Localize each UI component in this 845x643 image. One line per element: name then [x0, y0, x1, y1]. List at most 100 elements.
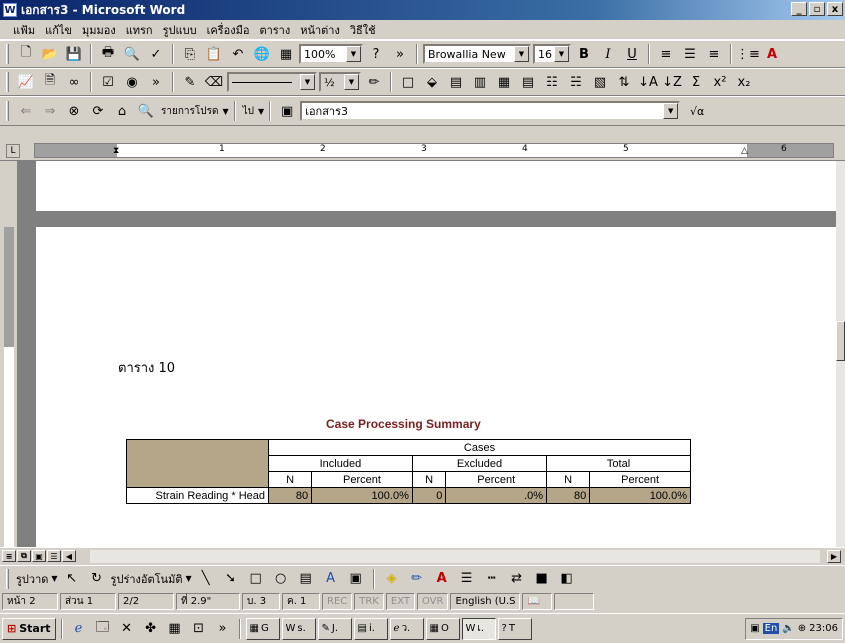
radio-icon[interactable]: ◉	[121, 71, 143, 93]
distribute-columns-icon[interactable]: ☵	[565, 71, 587, 93]
network-icon[interactable]: ⊕	[798, 623, 806, 634]
status-ovr[interactable]: OVR	[416, 592, 449, 610]
new-document-icon[interactable]: 🗋	[15, 43, 37, 65]
status-rec[interactable]: REC	[322, 592, 353, 610]
forward-arrow-icon[interactable]: ⇒	[39, 100, 61, 122]
quicklaunch-icon[interactable]: ⊡	[188, 618, 210, 640]
italic-button[interactable]: I	[597, 43, 619, 65]
taskbar-button[interactable]: ℯ ว.	[389, 617, 424, 640]
menu-file[interactable]: แฟ้ม	[8, 21, 40, 39]
hyperlink-icon[interactable]: 🌐	[251, 43, 273, 65]
indent-marker-icon[interactable]: ⧗	[113, 146, 119, 156]
toolbar-grip[interactable]	[6, 44, 9, 64]
status-ext[interactable]: EXT	[385, 592, 415, 610]
line-style-icon[interactable]: ☰	[456, 568, 478, 590]
autosum-icon[interactable]: Σ	[685, 71, 707, 93]
more-buttons-icon[interactable]: »	[212, 618, 234, 640]
shading-icon[interactable]: ⬙	[421, 71, 443, 93]
status-language[interactable]: English (U.S	[450, 592, 521, 610]
oval-tool-icon[interactable]: ○	[270, 568, 292, 590]
open-folder-icon[interactable]: 📂	[39, 43, 61, 65]
document-icon[interactable]: 🗎	[39, 71, 61, 93]
3d-icon[interactable]: ◧	[556, 568, 578, 590]
document-area[interactable]: ตาราง 10 Case Processing Summary Cases I…	[0, 161, 836, 547]
tab-selector-icon[interactable]: L	[6, 144, 20, 158]
split-cells-icon[interactable]: ▦	[493, 71, 515, 93]
sort-descending-icon[interactable]: ↓Z	[661, 71, 683, 93]
font-color-icon[interactable]: A	[431, 568, 453, 590]
internet-explorer-icon[interactable]: ℯ	[68, 618, 90, 640]
word-app-icon[interactable]: W	[3, 3, 17, 17]
address-combo[interactable]: เอกสาร3 ▼	[300, 101, 681, 121]
menu-view[interactable]: มุมมอง	[77, 21, 121, 39]
clip-art-icon[interactable]: ▣	[345, 568, 367, 590]
help-icon[interactable]: ?	[365, 43, 387, 65]
stop-icon[interactable]: ⊗	[63, 100, 85, 122]
scroll-right-icon[interactable]: ▶	[827, 550, 841, 563]
font-size-combo[interactable]: 16 ▼	[533, 44, 571, 64]
taskbar-button[interactable]: ▦ G	[245, 617, 280, 640]
table-icon[interactable]: ▦	[275, 43, 297, 65]
tray-icon[interactable]: ▣	[750, 623, 759, 634]
wordart-icon[interactable]: A	[320, 568, 342, 590]
glasses-icon[interactable]: ∞	[63, 71, 85, 93]
page-1-bottom[interactable]	[36, 161, 836, 211]
chevron-down-icon[interactable]: ▼	[663, 103, 679, 119]
home-icon[interactable]: ⌂	[111, 100, 133, 122]
copy-icon[interactable]: ⎘	[179, 43, 201, 65]
select-pointer-icon[interactable]: ↖	[61, 568, 83, 590]
taskbar-button[interactable]: Ws.	[281, 617, 316, 640]
toolbar-grip[interactable]	[6, 101, 9, 121]
outline-view-icon[interactable]: ☰	[47, 550, 61, 562]
vertical-scrollbar[interactable]	[836, 161, 845, 547]
taskbar-button[interactable]: ? T	[497, 617, 532, 640]
favorites-menu[interactable]: รายการโปรด	[159, 104, 220, 119]
taskbar-button[interactable]: ▦ O	[425, 617, 460, 640]
zoom-combo[interactable]: 100% ▼	[299, 44, 363, 64]
menu-format[interactable]: รูปแบบ	[158, 21, 202, 39]
text-direction-icon[interactable]: ⇅	[613, 71, 635, 93]
line-weight-combo[interactable]: ½ ▼	[319, 72, 361, 92]
autoformat-icon[interactable]: ▧	[589, 71, 611, 93]
merge-cells-icon[interactable]: ▥	[469, 71, 491, 93]
fill-color-icon[interactable]: ◈	[381, 568, 403, 590]
line-tool-icon[interactable]: ╲	[195, 568, 217, 590]
quicklaunch-icon[interactable]: ✕	[116, 618, 138, 640]
summary-title[interactable]: Case Processing Summary	[326, 417, 481, 431]
arrow-tool-icon[interactable]: ➘	[220, 568, 242, 590]
chevron-down-icon[interactable]: ▼	[344, 74, 359, 90]
more-buttons-icon[interactable]: »	[145, 71, 167, 93]
paste-icon[interactable]: 📋	[203, 43, 225, 65]
case-processing-table[interactable]: Cases Included Excluded Total N Percent …	[126, 439, 691, 504]
horizontal-ruler[interactable]: L 1 2 3 4 5 6 ⧗ △	[0, 140, 845, 161]
free-rotate-icon[interactable]: ↻	[86, 568, 108, 590]
chevron-down-icon[interactable]: ▼	[514, 46, 529, 62]
align-cells-icon[interactable]: ▤	[517, 71, 539, 93]
start-button[interactable]: ⊞ Start	[2, 617, 56, 640]
checkbox-icon[interactable]: ☑	[97, 71, 119, 93]
line-color-icon[interactable]: ✏	[406, 568, 428, 590]
align-center-icon[interactable]: ☰	[679, 43, 701, 65]
sort-ascending-icon[interactable]: ↓A	[637, 71, 659, 93]
vertical-ruler[interactable]	[0, 161, 18, 547]
align-left-icon[interactable]: ≡	[655, 43, 677, 65]
chevron-down-icon[interactable]: ▼	[258, 107, 264, 116]
quicklaunch-icon[interactable]: 🗔	[92, 618, 114, 640]
quicklaunch-icon[interactable]: ▦	[164, 618, 186, 640]
spelling-status-icon[interactable]: 📖	[522, 592, 553, 610]
underline-button[interactable]: U	[621, 43, 643, 65]
print-icon[interactable]: 🖶	[97, 43, 119, 65]
print-preview-icon[interactable]: 🔍	[121, 43, 143, 65]
chevron-down-icon[interactable]: ▼	[554, 46, 569, 62]
dash-style-icon[interactable]: ┅	[481, 568, 503, 590]
menu-help[interactable]: วิธีใช้	[345, 21, 381, 39]
minimize-button[interactable]: _	[791, 2, 807, 16]
tray-language[interactable]: En	[762, 623, 780, 634]
border-icon[interactable]: □	[397, 71, 419, 93]
page-2[interactable]: ตาราง 10 Case Processing Summary Cases I…	[36, 227, 836, 547]
menu-insert[interactable]: แทรก	[121, 21, 158, 39]
text-box-icon[interactable]: ▤	[295, 568, 317, 590]
distribute-rows-icon[interactable]: ☷	[541, 71, 563, 93]
undo-icon[interactable]: ↶	[227, 43, 249, 65]
border-color-icon[interactable]: ✏	[363, 71, 385, 93]
